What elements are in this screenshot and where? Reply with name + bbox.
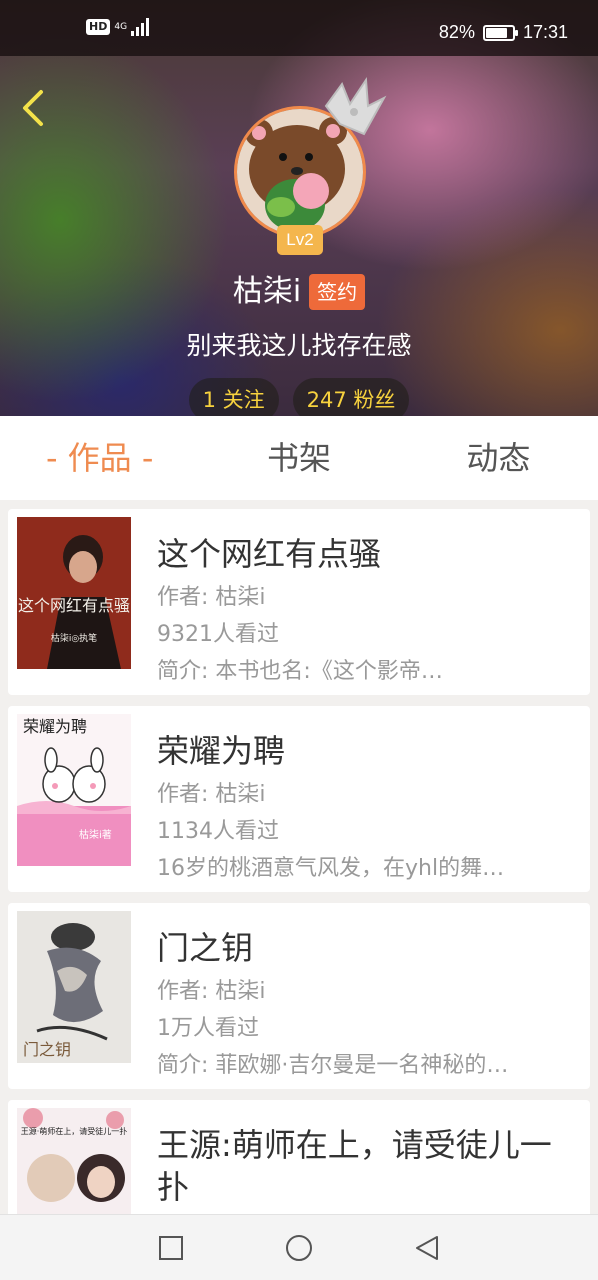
- circle-icon: [286, 1235, 312, 1261]
- book-card[interactable]: 门之钥 门之钥 作者: 枯柒i 1万人看过 简介: 菲欧娜·吉尔曼是一名神秘的…: [8, 903, 590, 1089]
- clock: 17:31: [522, 22, 568, 42]
- back-button[interactable]: [12, 84, 52, 132]
- svg-text:荣耀为聘: 荣耀为聘: [23, 717, 87, 736]
- book-views: 1万人看过: [157, 1016, 259, 1041]
- book-list: 这个网红有点骚 枯柒i◎执笔 这个网红有点骚 作者: 枯柒i 9321人看过 简…: [0, 500, 598, 1214]
- tab-bookshelf[interactable]: 书架: [199, 416, 398, 500]
- book-card[interactable]: 这个网红有点骚 枯柒i◎执笔 这个网红有点骚 作者: 枯柒i 9321人看过 简…: [8, 509, 590, 695]
- tab-works[interactable]: - 作品 -: [0, 416, 199, 500]
- book-title: 王源:萌师在上，请受徒儿一扑: [157, 1126, 552, 1206]
- square-icon: [159, 1236, 183, 1260]
- book-author: 作者: 枯柒i: [157, 585, 266, 610]
- book-title: 这个网红有点骚: [157, 535, 382, 573]
- home-button[interactable]: [284, 1233, 314, 1263]
- level-badge: Lv2: [277, 225, 323, 255]
- following-count[interactable]: 1 关注: [188, 378, 279, 416]
- book-intro: 简介: 本书也名:《这个影帝…: [157, 659, 443, 684]
- book-cover: 这个网红有点骚 枯柒i◎执笔: [17, 517, 131, 669]
- book-title: 荣耀为聘: [157, 732, 286, 770]
- nav-back-button[interactable]: [412, 1233, 442, 1263]
- book-author: 作者: 枯柒i: [157, 782, 266, 807]
- book-cover: 荣耀为聘 枯柒i著: [17, 714, 131, 866]
- profile-header: HD 4G 82% 17:31 Lv2 枯柒i 签约 别来我这儿找存在感 1 关…: [0, 0, 598, 416]
- book-cover: 王源·萌师在上，请受徒儿一扑: [17, 1108, 131, 1214]
- system-nav-bar: [0, 1214, 598, 1280]
- book-views: 9321人看过: [157, 622, 279, 647]
- followers-count[interactable]: 247 粉丝: [292, 378, 410, 416]
- triangle-left-icon: [416, 1236, 438, 1260]
- hd-icon: HD: [86, 19, 111, 35]
- svg-text:枯柒i著: 枯柒i著: [79, 828, 112, 841]
- book-author: 作者: 枯柒i: [157, 979, 266, 1004]
- svg-text:枯柒i◎执笔: 枯柒i◎执笔: [51, 632, 97, 644]
- signal-icon: [131, 18, 150, 36]
- book-card[interactable]: 荣耀为聘 枯柒i著 荣耀为聘 作者: 枯柒i 1134人看过 16岁的桃酒意气风…: [8, 706, 590, 892]
- book-cover: 门之钥: [17, 911, 131, 1063]
- svg-text:王源·萌师在上，请受徒儿一扑: 王源·萌师在上，请受徒儿一扑: [21, 1126, 128, 1136]
- book-card[interactable]: 王源·萌师在上，请受徒儿一扑 王源:萌师在上，请受徒儿一扑: [8, 1100, 590, 1214]
- avatar[interactable]: [234, 77, 387, 238]
- book-views: 1134人看过: [157, 819, 279, 844]
- book-title: 门之钥: [157, 929, 254, 967]
- profile-tabs: - 作品 - 书架 动态: [0, 416, 598, 500]
- user-name: 枯柒i: [232, 274, 302, 309]
- network-type: 4G: [114, 21, 128, 32]
- tab-activity[interactable]: 动态: [399, 416, 598, 500]
- recent-apps-button[interactable]: [156, 1233, 186, 1263]
- user-bio: 别来我这儿找存在感: [186, 331, 412, 360]
- battery-percent: 82%: [438, 22, 475, 42]
- battery-icon: [482, 24, 518, 41]
- signed-badge: 签约: [309, 274, 366, 310]
- svg-text:这个网红有点骚: 这个网红有点骚: [18, 596, 130, 615]
- status-bar: HD 4G 82% 17:31: [0, 0, 598, 56]
- chevron-left-icon: [23, 90, 43, 126]
- book-intro: 16岁的桃酒意气风发，在yhl的舞…: [157, 856, 505, 881]
- svg-text:门之钥: 门之钥: [23, 1040, 71, 1059]
- crown-icon: [324, 77, 387, 136]
- book-intro: 简介: 菲欧娜·吉尔曼是一名神秘的…: [157, 1053, 509, 1078]
